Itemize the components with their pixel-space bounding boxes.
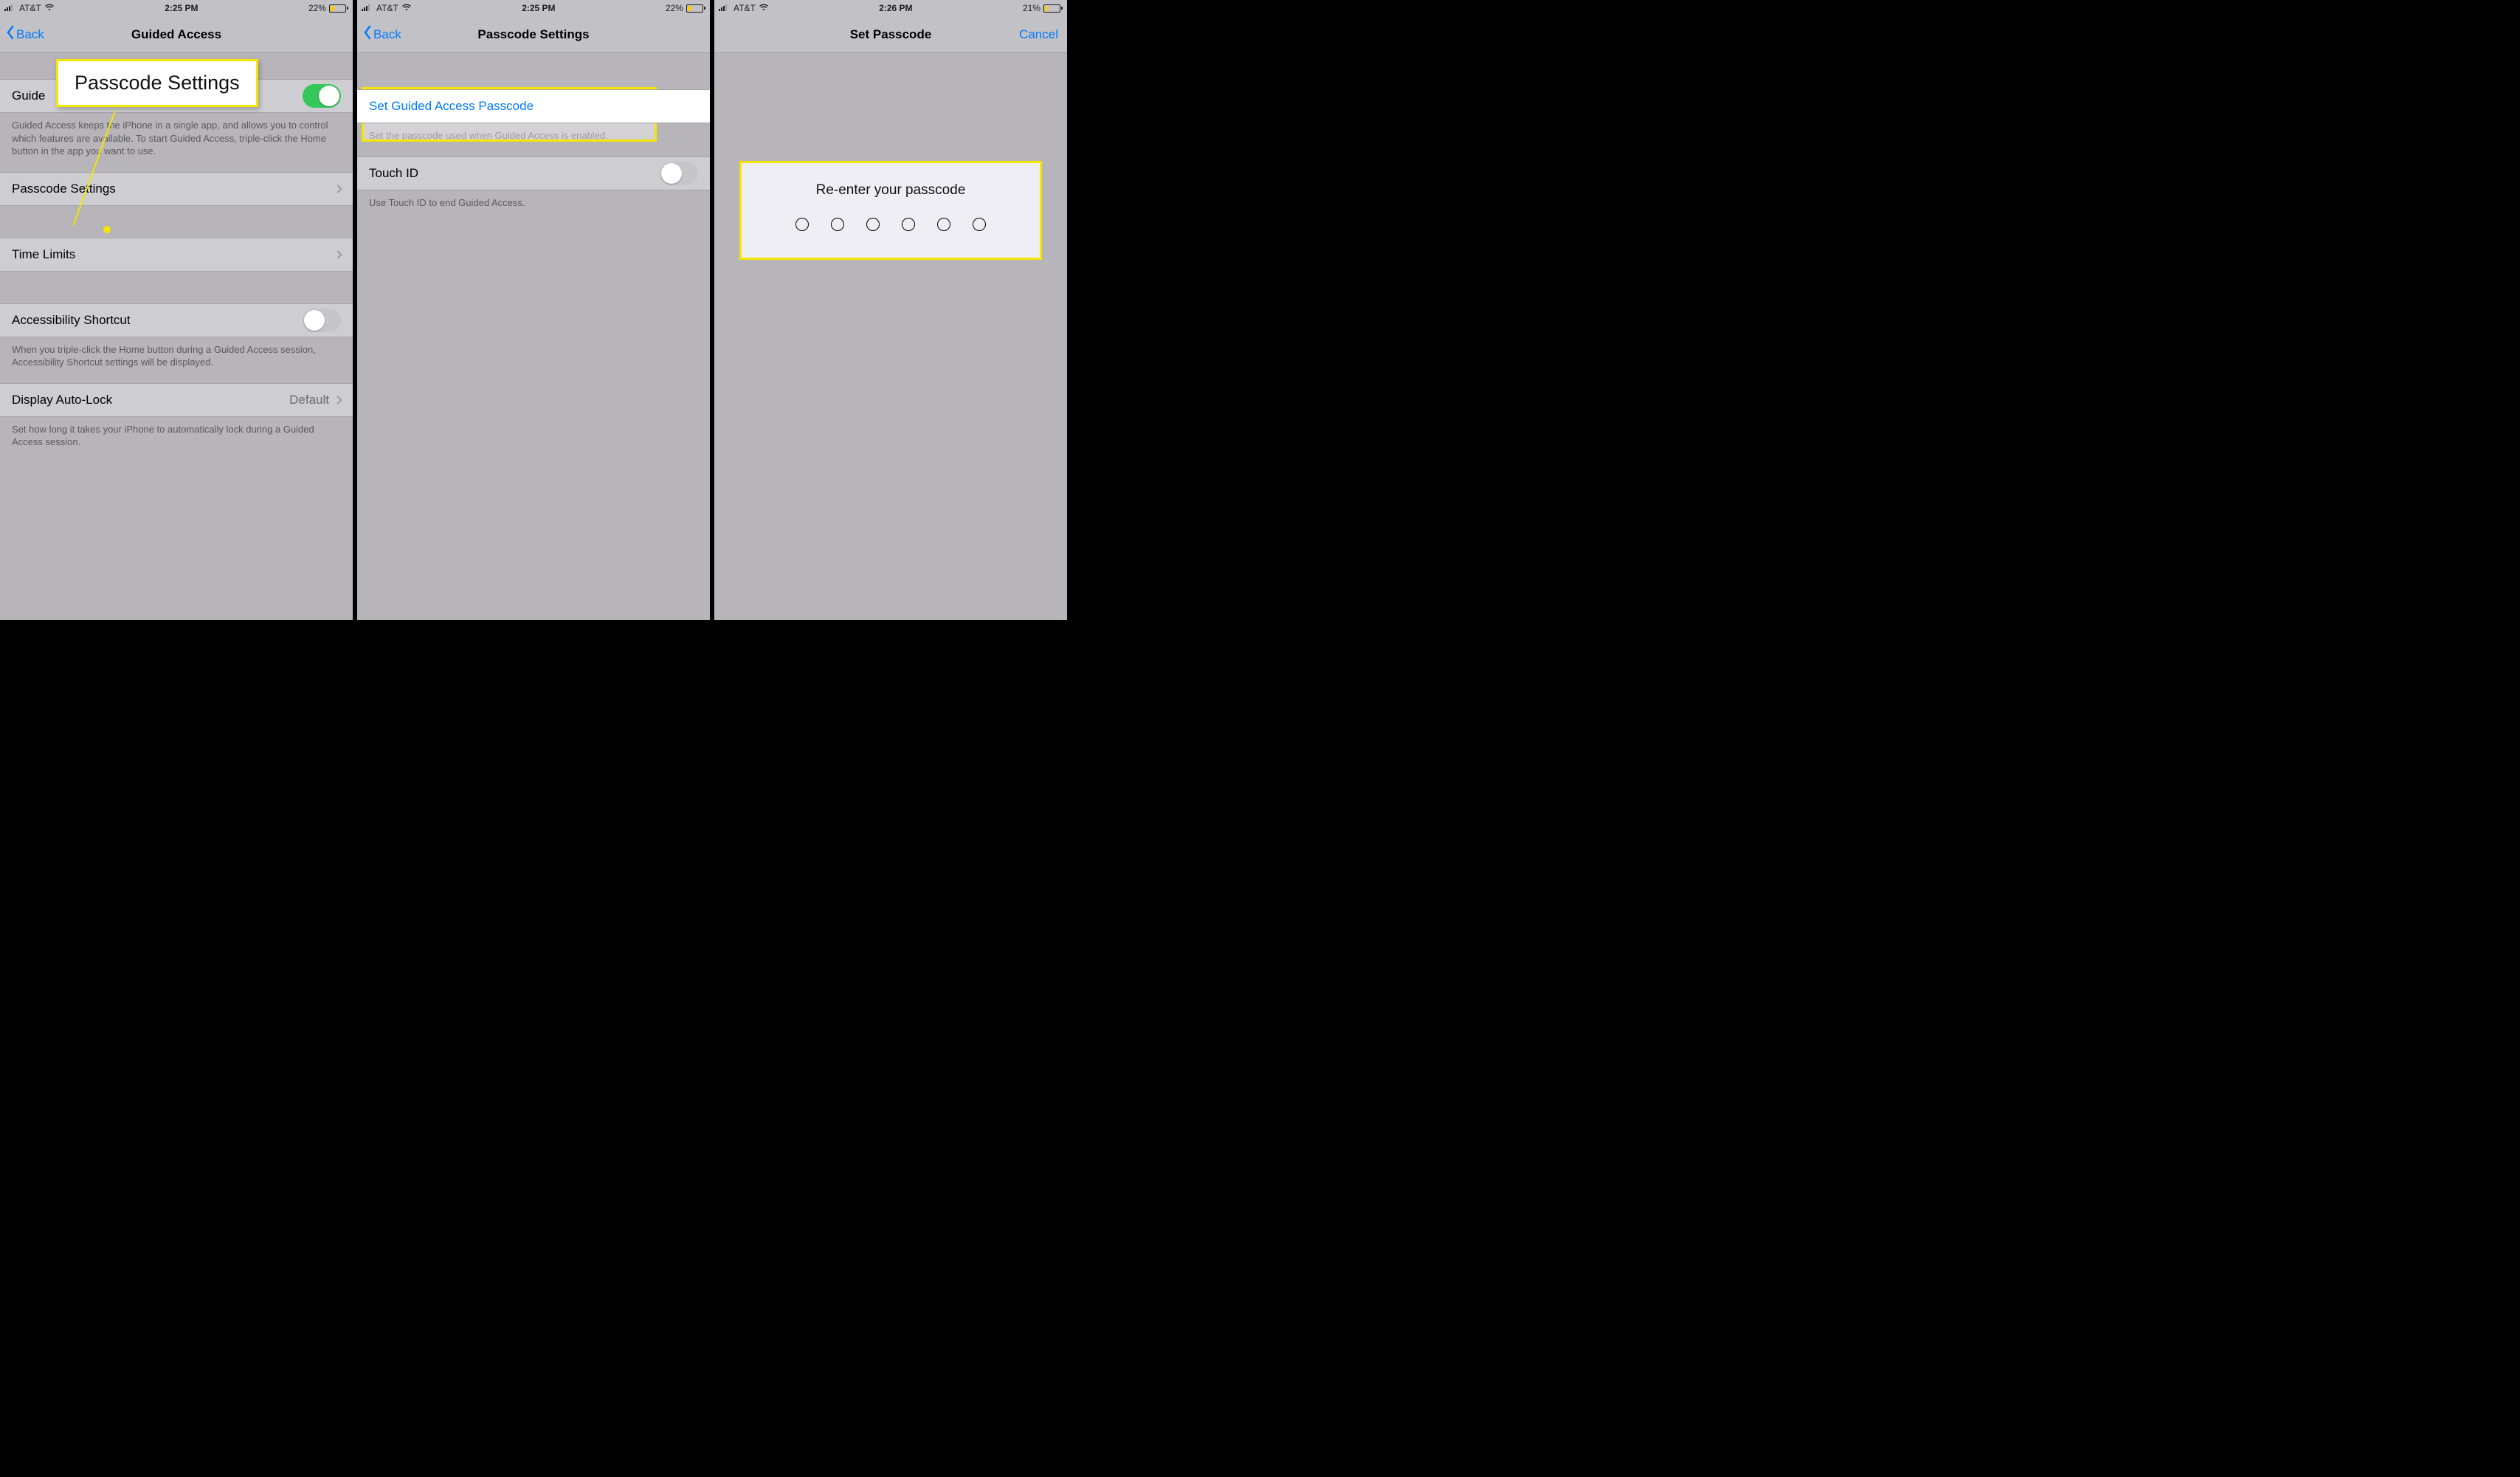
battery-percent: 22% xyxy=(666,3,683,13)
passcode-dot xyxy=(937,218,950,231)
row-time-limits[interactable]: Time Limits xyxy=(0,238,353,272)
signal-icon xyxy=(362,3,373,13)
row-touch-id[interactable]: Touch ID xyxy=(357,156,710,190)
wifi-icon xyxy=(759,3,769,13)
callout-box: Passcode Settings xyxy=(56,59,258,107)
page-title: Guided Access xyxy=(0,27,353,42)
row-label: Time Limits xyxy=(12,247,75,262)
footer-accessibility-shortcut: When you triple-click the Home button du… xyxy=(0,337,353,369)
nav-bar: Set Passcode Cancel xyxy=(714,16,1067,53)
settings-list: Guide Guided Access keeps the iPhone in … xyxy=(0,53,353,449)
wifi-icon xyxy=(401,3,412,13)
chevron-right-icon xyxy=(334,396,342,404)
passcode-dot xyxy=(831,218,844,231)
page-title: Set Passcode xyxy=(714,27,1067,42)
settings-list: Set Guided Access Passcode Set the passc… xyxy=(357,53,710,209)
footer-touch-id: Use Touch ID to end Guided Access. xyxy=(357,190,710,210)
status-bar: AT&T 2:25 PM 22% xyxy=(0,0,353,16)
carrier-label: AT&T xyxy=(19,3,41,13)
chevron-right-icon xyxy=(334,250,342,258)
screen-guided-access: AT&T 2:25 PM 22% Back Guided Access Guid… xyxy=(0,0,353,620)
carrier-label: AT&T xyxy=(733,3,756,13)
row-label: Accessibility Shortcut xyxy=(12,313,131,328)
row-accessibility-shortcut[interactable]: Accessibility Shortcut xyxy=(0,303,353,337)
battery-percent: 22% xyxy=(308,3,326,13)
cancel-label: Cancel xyxy=(1019,27,1058,42)
back-button[interactable]: Back xyxy=(357,25,401,44)
cancel-button[interactable]: Cancel xyxy=(1019,16,1058,52)
passcode-dot xyxy=(795,218,809,231)
battery-icon xyxy=(1043,4,1063,13)
row-label: Guide xyxy=(12,89,45,103)
carrier-label: AT&T xyxy=(376,3,398,13)
battery-icon xyxy=(329,4,348,13)
battery-icon xyxy=(686,4,705,13)
row-label: Passcode Settings xyxy=(12,182,116,196)
toggle-guided-access[interactable] xyxy=(303,84,341,108)
passcode-panel: Re-enter your passcode xyxy=(739,161,1042,260)
row-set-guided-access-passcode[interactable]: Set Guided Access Passcode xyxy=(357,89,710,123)
passcode-prompt: Re-enter your passcode xyxy=(816,182,966,199)
passcode-dots[interactable] xyxy=(795,218,986,231)
status-bar: AT&T 2:25 PM 22% xyxy=(357,0,710,16)
passcode-dot xyxy=(902,218,915,231)
back-label: Back xyxy=(16,27,44,42)
signal-icon xyxy=(4,3,16,13)
status-time: 2:25 PM xyxy=(522,3,555,13)
row-label: Touch ID xyxy=(369,166,418,181)
row-label: Display Auto-Lock xyxy=(12,393,112,407)
wifi-icon xyxy=(44,3,55,13)
passcode-dot xyxy=(973,218,986,231)
callout-label: Passcode Settings xyxy=(75,72,240,94)
callout-dot xyxy=(103,226,111,233)
status-time: 2:25 PM xyxy=(165,3,198,13)
page-title: Passcode Settings xyxy=(357,27,710,42)
passcode-dot xyxy=(866,218,880,231)
nav-bar: Back Passcode Settings xyxy=(357,16,710,53)
footer-guided-access: Guided Access keeps the iPhone in a sing… xyxy=(0,113,353,158)
nav-bar: Back Guided Access xyxy=(0,16,353,53)
chevron-right-icon xyxy=(334,185,342,193)
battery-percent: 21% xyxy=(1023,3,1040,13)
row-passcode-settings[interactable]: Passcode Settings xyxy=(0,172,353,206)
toggle-accessibility-shortcut[interactable] xyxy=(303,309,341,332)
chevron-left-icon xyxy=(363,25,372,44)
back-label: Back xyxy=(373,27,401,42)
status-bar: AT&T 2:26 PM 21% xyxy=(714,0,1067,16)
toggle-touch-id[interactable] xyxy=(660,162,698,185)
footer-set-passcode: Set the passcode used when Guided Access… xyxy=(357,123,710,142)
row-value: Default xyxy=(289,393,329,407)
chevron-left-icon xyxy=(6,25,15,44)
signal-icon xyxy=(719,3,731,13)
screen-passcode-settings: AT&T 2:25 PM 22% Back Passcode Settings … xyxy=(357,0,710,620)
footer-display-auto-lock: Set how long it takes your iPhone to aut… xyxy=(0,417,353,449)
row-display-auto-lock[interactable]: Display Auto-Lock Default xyxy=(0,383,353,417)
row-label: Set Guided Access Passcode xyxy=(369,99,534,114)
back-button[interactable]: Back xyxy=(0,25,44,44)
screen-set-passcode: AT&T 2:26 PM 21% Set Passcode Cancel Re-… xyxy=(714,0,1067,620)
status-time: 2:26 PM xyxy=(879,3,912,13)
